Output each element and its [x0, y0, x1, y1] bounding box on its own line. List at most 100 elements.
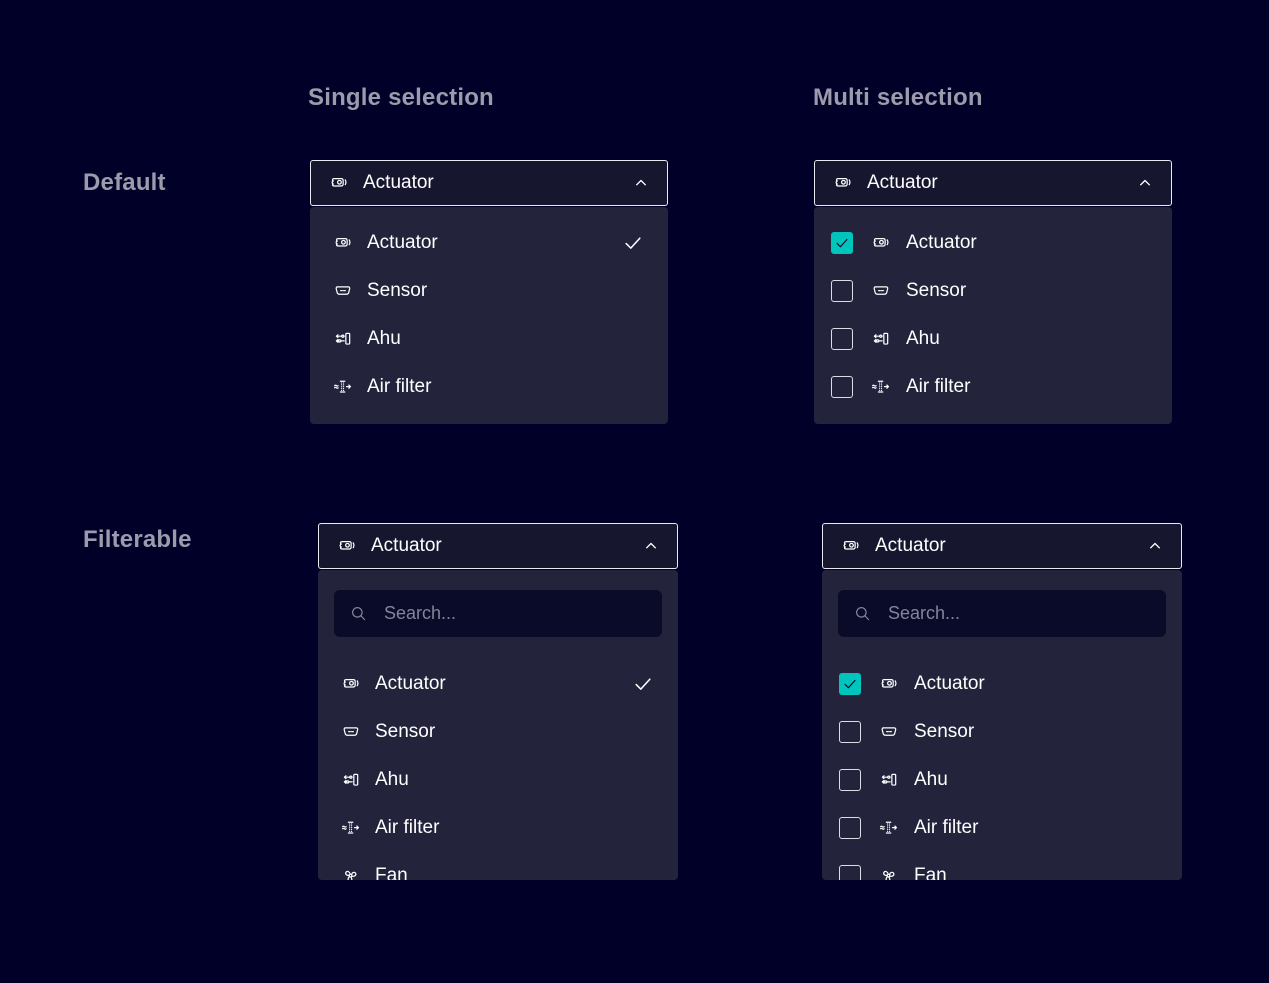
- row-header-default: Default: [83, 169, 166, 197]
- actuator-icon: [332, 233, 353, 254]
- option-sensor[interactable]: Sensor: [814, 267, 1172, 315]
- option-air-filter[interactable]: Air filter: [822, 804, 1182, 852]
- option-label: Actuator: [914, 673, 1158, 695]
- fan-icon: [340, 866, 361, 881]
- select-trigger[interactable]: Actuator: [310, 160, 668, 206]
- select-default-single: Actuator Actuator Sensor Ahu Air filter: [310, 160, 668, 424]
- option-label: Fan: [375, 865, 654, 880]
- select-default-multi: Actuator Actuator Sensor Ahu Air filter: [814, 160, 1172, 424]
- option-actuator[interactable]: Actuator: [814, 219, 1172, 267]
- option-actuator[interactable]: Actuator: [318, 660, 678, 708]
- actuator-icon: [328, 173, 349, 194]
- chevron-up-icon[interactable]: [1145, 536, 1165, 556]
- option-label: Sensor: [914, 721, 1158, 743]
- option-actuator[interactable]: Actuator: [822, 660, 1182, 708]
- ahu-icon: [340, 770, 361, 791]
- sensor-icon: [878, 722, 899, 743]
- ahu-icon: [870, 329, 891, 350]
- air-filter-icon: [340, 818, 361, 839]
- search-input[interactable]: [886, 602, 1152, 625]
- option-label: Actuator: [906, 232, 1148, 254]
- ahu-icon: [878, 770, 899, 791]
- option-label: Actuator: [375, 673, 618, 695]
- checkbox-unchecked[interactable]: [831, 280, 853, 302]
- checkbox-checked[interactable]: [831, 232, 853, 254]
- select-value: Actuator: [875, 535, 1131, 557]
- select-filterable-multi: Actuator Actuator Sensor Ahu Air filter Fan: [822, 523, 1182, 880]
- ahu-icon: [332, 329, 353, 350]
- option-label: Sensor: [367, 280, 644, 302]
- component-demo-page: Single selection Multi selection Default…: [0, 0, 1269, 983]
- select-dropdown-panel: Actuator Sensor Ahu Air filter: [814, 207, 1172, 424]
- checkmark-icon: [632, 673, 654, 695]
- option-label: Ahu: [906, 328, 1148, 350]
- option-label: Ahu: [914, 769, 1158, 791]
- actuator-icon: [340, 674, 361, 695]
- checkbox-checked[interactable]: [839, 673, 861, 695]
- option-actuator[interactable]: Actuator: [310, 219, 668, 267]
- option-air-filter[interactable]: Air filter: [318, 804, 678, 852]
- checkbox-unchecked[interactable]: [839, 721, 861, 743]
- option-sensor[interactable]: Sensor: [318, 708, 678, 756]
- select-trigger[interactable]: Actuator: [318, 523, 678, 569]
- checkbox-unchecked[interactable]: [839, 817, 861, 839]
- actuator-icon: [870, 233, 891, 254]
- sensor-icon: [332, 281, 353, 302]
- chevron-up-icon[interactable]: [1135, 173, 1155, 193]
- option-label: Actuator: [367, 232, 608, 254]
- option-fan[interactable]: Fan: [822, 852, 1182, 880]
- air-filter-icon: [332, 377, 353, 398]
- option-ahu[interactable]: Ahu: [822, 756, 1182, 804]
- checkmark-icon: [622, 232, 644, 254]
- actuator-icon: [878, 674, 899, 695]
- option-label: Sensor: [906, 280, 1148, 302]
- checkbox-unchecked[interactable]: [839, 865, 861, 880]
- air-filter-icon: [878, 818, 899, 839]
- option-label: Air filter: [914, 817, 1158, 839]
- option-label: Ahu: [367, 328, 644, 350]
- fan-icon: [878, 866, 899, 881]
- search-icon: [852, 603, 873, 624]
- checkbox-unchecked[interactable]: [839, 769, 861, 791]
- option-air-filter[interactable]: Air filter: [310, 363, 668, 411]
- actuator-icon: [840, 536, 861, 557]
- sensor-icon: [340, 722, 361, 743]
- chevron-up-icon[interactable]: [641, 536, 661, 556]
- option-label: Air filter: [367, 376, 644, 398]
- column-header-multi-selection: Multi selection: [813, 84, 983, 112]
- option-ahu[interactable]: Ahu: [310, 315, 668, 363]
- option-label: Sensor: [375, 721, 654, 743]
- actuator-icon: [336, 536, 357, 557]
- column-header-single-selection: Single selection: [308, 84, 494, 112]
- select-filterable-single: Actuator Actuator Sensor Ahu Air filter Fan: [318, 523, 678, 880]
- search-field[interactable]: [838, 590, 1166, 637]
- row-header-filterable: Filterable: [83, 526, 192, 554]
- search-input[interactable]: [382, 602, 648, 625]
- option-label: Ahu: [375, 769, 654, 791]
- actuator-icon: [832, 173, 853, 194]
- checkbox-unchecked[interactable]: [831, 376, 853, 398]
- option-ahu[interactable]: Ahu: [318, 756, 678, 804]
- option-fan[interactable]: Fan: [318, 852, 678, 880]
- option-label: Fan: [914, 865, 1158, 880]
- option-label: Air filter: [375, 817, 654, 839]
- select-dropdown-panel: Actuator Sensor Ahu Air filter Fan: [822, 570, 1182, 880]
- select-trigger[interactable]: Actuator: [814, 160, 1172, 206]
- option-ahu[interactable]: Ahu: [814, 315, 1172, 363]
- select-trigger[interactable]: Actuator: [822, 523, 1182, 569]
- search-icon: [348, 603, 369, 624]
- sensor-icon: [870, 281, 891, 302]
- select-value: Actuator: [867, 172, 1121, 194]
- options-list: Actuator Sensor Ahu Air filter: [310, 219, 668, 411]
- options-list: Actuator Sensor Ahu Air filter Fan: [822, 660, 1182, 880]
- option-sensor[interactable]: Sensor: [310, 267, 668, 315]
- select-value: Actuator: [371, 535, 627, 557]
- select-dropdown-panel: Actuator Sensor Ahu Air filter Fan: [318, 570, 678, 880]
- search-field[interactable]: [334, 590, 662, 637]
- chevron-up-icon[interactable]: [631, 173, 651, 193]
- checkbox-unchecked[interactable]: [831, 328, 853, 350]
- option-air-filter[interactable]: Air filter: [814, 363, 1172, 411]
- options-list: Actuator Sensor Ahu Air filter: [814, 219, 1172, 411]
- option-sensor[interactable]: Sensor: [822, 708, 1182, 756]
- select-value: Actuator: [363, 172, 617, 194]
